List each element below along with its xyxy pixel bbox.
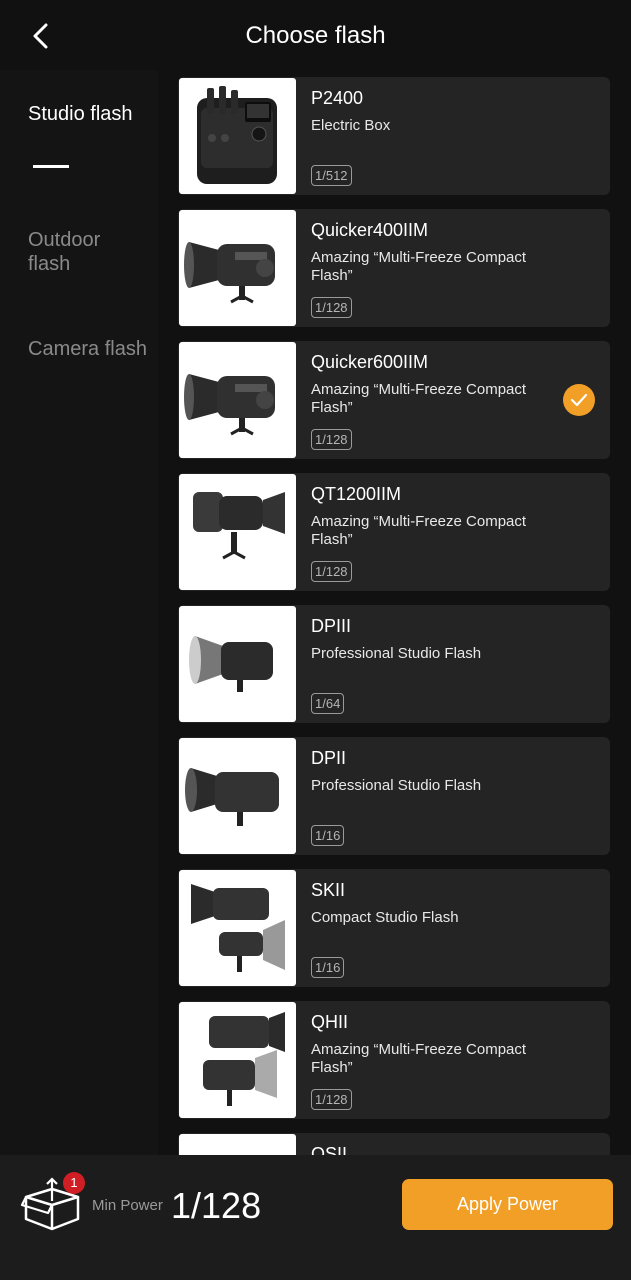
apply-power-button[interactable]: Apply Power bbox=[402, 1179, 613, 1230]
flash-card-p2400[interactable]: P2400 Electric Box 1/512 bbox=[178, 77, 610, 195]
product-name: SKII bbox=[311, 880, 346, 900]
selected-check-icon bbox=[563, 384, 595, 416]
product-description: Compact Studio Flash bbox=[311, 909, 459, 926]
product-name: Quicker400IIM bbox=[311, 220, 429, 240]
min-power-tag: 1/128 bbox=[311, 561, 352, 582]
product-name: QSII bbox=[311, 1144, 348, 1155]
header-bar: Choose flash bbox=[0, 0, 631, 70]
sidebar-item-camera-flash[interactable]: Camera flash bbox=[28, 337, 148, 361]
page-title: Choose flash bbox=[245, 22, 386, 49]
product-name: P2400 bbox=[311, 88, 364, 108]
product-image-qt1200iim bbox=[179, 474, 296, 590]
bottom-bar: 1 Min Power 1/128 Apply Power bbox=[0, 1155, 631, 1280]
product-name: QHII bbox=[311, 1012, 349, 1032]
product-name: Quicker600IIM bbox=[311, 352, 429, 372]
product-image-p2400 bbox=[179, 78, 296, 194]
min-power-tag: 1/16 bbox=[311, 957, 345, 978]
notification-badge: 1 bbox=[63, 1172, 85, 1194]
category-sidebar: Studio flash Outdoor flash Camera flash bbox=[0, 70, 158, 1155]
product-image-quicker400iim bbox=[179, 210, 296, 326]
flash-list[interactable]: P2400 Electric Box 1/512 Quicker400IIM A… bbox=[158, 70, 631, 1155]
product-description: Amazing “Multi-Freeze Compact Flash” bbox=[311, 249, 527, 284]
min-power-tag: 1/128 bbox=[311, 297, 352, 318]
flash-card-quicker600iim[interactable]: Quicker600IIM Amazing “Multi-Freeze Comp… bbox=[178, 341, 610, 459]
flash-card-dpii[interactable]: DPII Professional Studio Flash 1/16 bbox=[178, 737, 610, 855]
product-image-skii bbox=[179, 870, 296, 986]
product-description: Electric Box bbox=[311, 117, 391, 134]
flash-card-quicker400iim[interactable]: Quicker400IIM Amazing “Multi-Freeze Comp… bbox=[178, 209, 610, 327]
flash-card-skii[interactable]: SKII Compact Studio Flash 1/16 bbox=[178, 869, 610, 987]
product-description: Amazing “Multi-Freeze Compact Flash” bbox=[311, 513, 527, 548]
min-power-tag: 1/128 bbox=[311, 1089, 352, 1110]
flash-card-qt1200iim[interactable]: QT1200IIM Amazing “Multi-Freeze Compact … bbox=[178, 473, 610, 591]
product-description: Amazing “Multi-Freeze Compact Flash” bbox=[311, 1041, 527, 1076]
product-name: QT1200IIM bbox=[311, 484, 402, 504]
product-image-dpiii bbox=[179, 606, 296, 722]
min-power-value: 1/128 bbox=[171, 1185, 262, 1226]
sidebar-item-outdoor-flash[interactable]: Outdoor flash bbox=[28, 228, 148, 276]
product-image-qhii bbox=[179, 1002, 296, 1118]
min-power-tag: 1/512 bbox=[311, 165, 352, 186]
product-image-qsii bbox=[179, 1134, 296, 1155]
min-power-tag: 1/16 bbox=[311, 825, 345, 846]
flash-card-dpiii[interactable]: DPIII Professional Studio Flash 1/64 bbox=[178, 605, 610, 723]
sidebar-item-studio-flash[interactable]: Studio flash bbox=[28, 102, 148, 126]
product-name: DPIII bbox=[311, 616, 352, 636]
product-image-dpii bbox=[179, 738, 296, 854]
active-tab-indicator bbox=[33, 165, 69, 168]
min-power-label: Min Power bbox=[92, 1197, 163, 1214]
min-power-tag: 1/64 bbox=[311, 693, 345, 714]
product-description: Amazing “Multi-Freeze Compact Flash” bbox=[311, 381, 527, 416]
min-power-tag: 1/128 bbox=[311, 429, 352, 450]
flash-card-qsii[interactable]: QSII bbox=[178, 1133, 610, 1155]
flash-card-qhii[interactable]: QHII Amazing “Multi-Freeze Compact Flash… bbox=[178, 1001, 610, 1119]
product-description: Professional Studio Flash bbox=[311, 777, 482, 794]
product-description: Professional Studio Flash bbox=[311, 645, 482, 662]
product-image-quicker600iim bbox=[179, 342, 296, 458]
product-name: DPII bbox=[311, 748, 347, 768]
